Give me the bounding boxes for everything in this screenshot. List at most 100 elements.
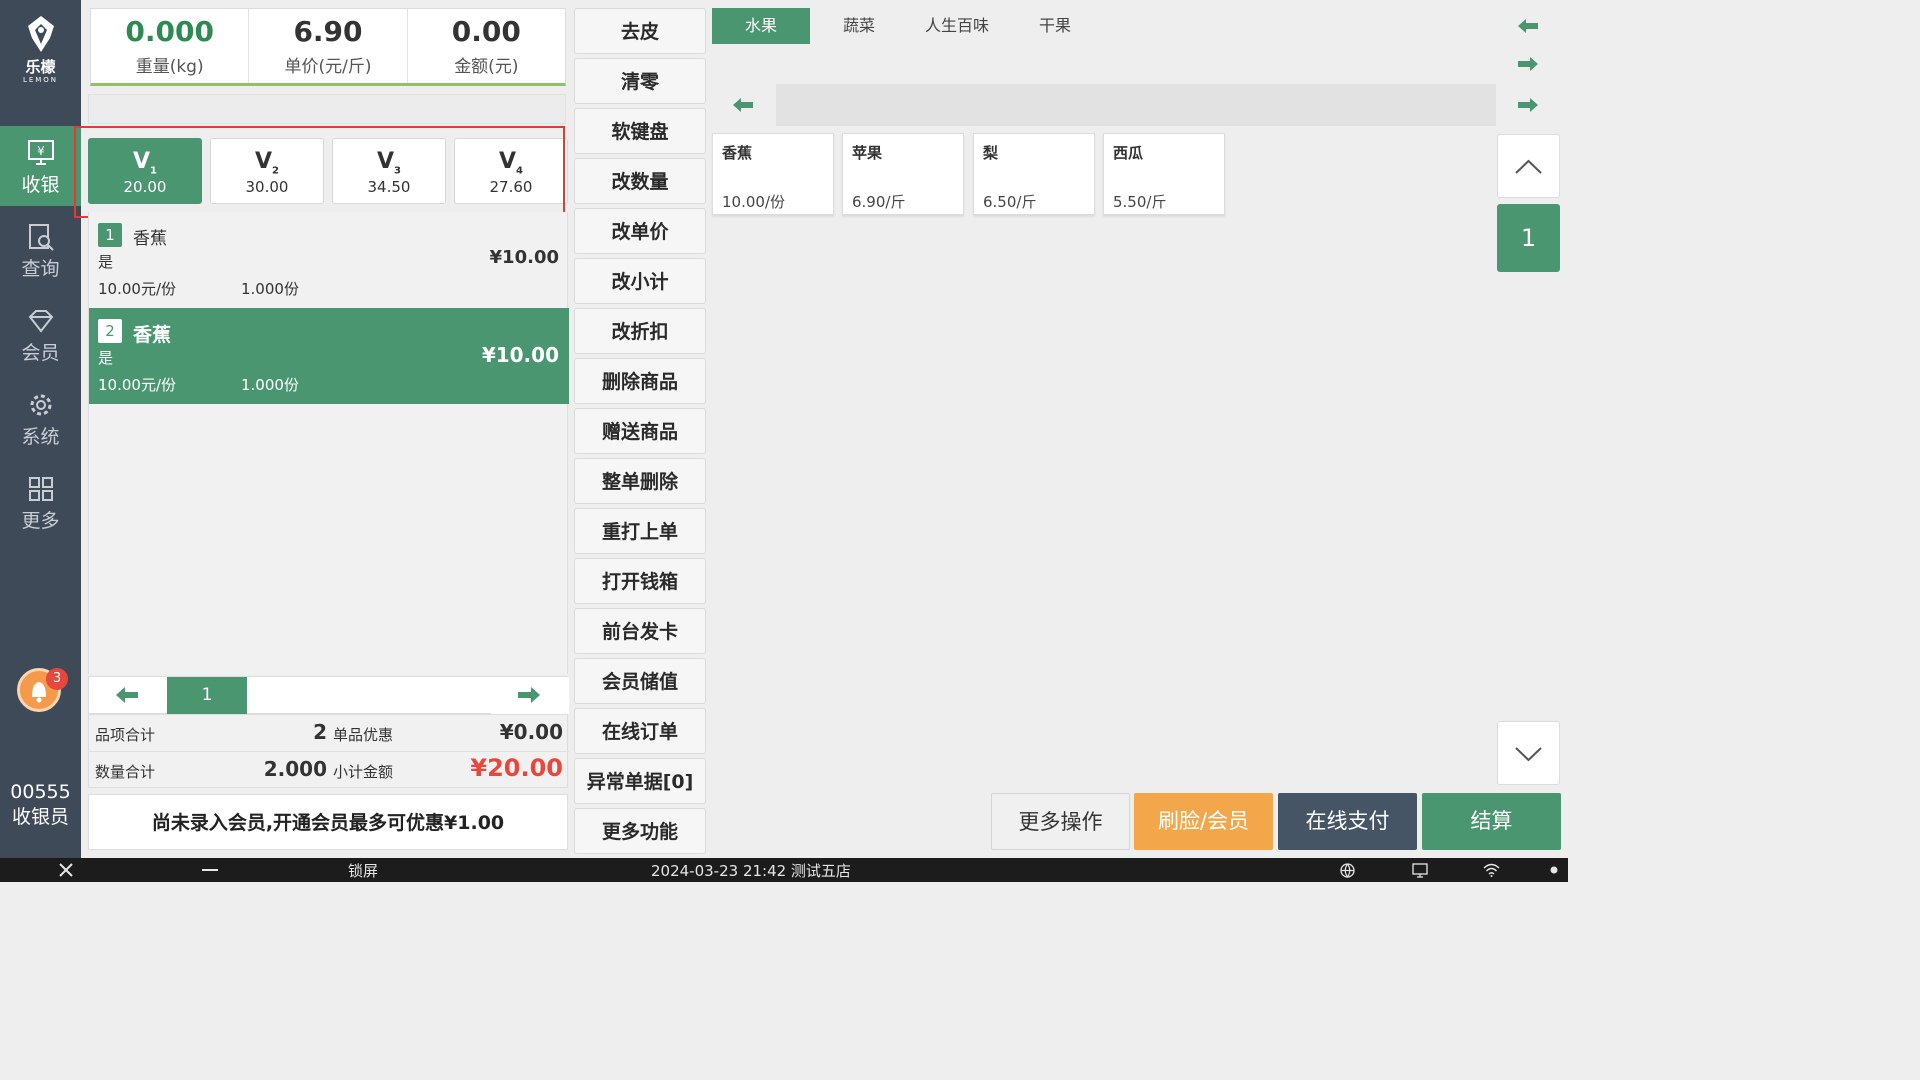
notification-badge: 3 — [46, 668, 68, 690]
cart-item[interactable]: 1 香蕉 是 ¥10.00 10.00元/份 1.000份 — [89, 212, 569, 308]
fn-more-functions-button[interactable]: 更多功能 — [574, 808, 706, 854]
cashier-number: 00555 — [10, 781, 71, 803]
arrow-left-icon[interactable] — [115, 686, 139, 704]
minimize-icon[interactable] — [202, 869, 218, 871]
nav-label: 更多 — [21, 510, 60, 532]
items-value: 2 — [313, 720, 327, 744]
info-strip — [88, 94, 566, 124]
chevron-up-icon — [1515, 159, 1542, 174]
nav-label: 收银 — [21, 174, 60, 196]
nav-more[interactable]: 更多 — [0, 462, 81, 542]
price-label: 单价(元/斤) — [284, 57, 372, 77]
category-prev-icon[interactable] — [1517, 18, 1539, 34]
cart-item-unit-price: 10.00元/份 — [98, 280, 176, 298]
category-next-icon[interactable] — [1517, 56, 1539, 72]
weight-value: 0.000 — [125, 15, 214, 48]
cart-item-unit-price: 10.00元/份 — [98, 376, 176, 394]
nav-cashier[interactable]: ¥ 收银 — [0, 126, 81, 206]
datetime-store: 2024-03-23 21:42 测试五店 — [651, 862, 851, 880]
checkout-button[interactable]: 结算 — [1422, 793, 1561, 850]
fn-gift-item-button[interactable]: 赠送商品 — [574, 408, 706, 454]
taskbar: 锁屏 2024-03-23 21:42 测试五店 — [0, 858, 1568, 882]
close-icon[interactable] — [59, 863, 73, 877]
tab-vegetables[interactable]: 蔬菜 — [810, 8, 908, 44]
wifi-icon[interactable] — [1483, 863, 1500, 877]
cart-item-qty: 1.000份 — [241, 376, 299, 394]
fn-issue-card-button[interactable]: 前台发卡 — [574, 608, 706, 654]
product-price: 6.50/斤 — [983, 193, 1037, 211]
product-card[interactable]: 香蕉 10.00/份 — [712, 133, 834, 215]
category-bar: 水果 蔬菜 人生百味 干果 — [712, 8, 1562, 44]
fn-delete-order-button[interactable]: 整单删除 — [574, 458, 706, 504]
logo-subtext: LEMON — [22, 76, 59, 84]
cart-item-index: 1 — [98, 223, 122, 247]
tab-dried-fruit[interactable]: 干果 — [1006, 8, 1104, 44]
fn-keyboard-button[interactable]: 软键盘 — [574, 108, 706, 154]
fn-open-drawer-button[interactable]: 打开钱箱 — [574, 558, 706, 604]
globe-icon[interactable] — [1340, 863, 1355, 878]
more-operations-button[interactable]: 更多操作 — [991, 793, 1130, 850]
face-member-button[interactable]: 刷脸/会员 — [1134, 793, 1273, 850]
fn-change-discount-button[interactable]: 改折扣 — [574, 308, 706, 354]
chevron-down-icon — [1515, 747, 1542, 762]
lock-screen-button[interactable]: 锁屏 — [348, 860, 378, 881]
weight-metric: 0.000 重量(kg) — [91, 9, 250, 83]
tab-fruit[interactable]: 水果 — [712, 8, 810, 44]
fn-member-topup-button[interactable]: 会员储值 — [574, 658, 706, 704]
qty-value: 2.000 — [263, 757, 327, 781]
product-card[interactable]: 西瓜 5.50/斤 — [1103, 133, 1225, 215]
arrow-right-icon[interactable] — [517, 686, 541, 704]
pager-current[interactable]: 1 — [167, 677, 247, 714]
subcategory-next-icon[interactable] — [1517, 97, 1539, 113]
fn-change-subtotal-button[interactable]: 改小计 — [574, 258, 706, 304]
product-name: 梨 — [983, 144, 999, 162]
subcategory-prev-icon[interactable] — [732, 97, 754, 113]
fn-delete-item-button[interactable]: 删除商品 — [574, 358, 706, 404]
online-pay-button[interactable]: 在线支付 — [1278, 793, 1417, 850]
totals-panel: 品项合计 2 单品优惠 ¥0.00 数量合计 2.000 小计金额 ¥20.00 — [88, 714, 569, 788]
items-label: 品项合计 — [95, 726, 156, 744]
subtotal-label: 小计金额 — [333, 763, 394, 781]
cart-item-name: 香蕉 — [133, 324, 172, 346]
weight-label: 重量(kg) — [135, 57, 204, 77]
scroll-up-button[interactable] — [1497, 134, 1560, 198]
nav-member[interactable]: 会员 — [0, 294, 81, 374]
cart-item-amount: ¥10.00 — [481, 343, 559, 367]
product-name: 西瓜 — [1113, 144, 1144, 162]
product-card[interactable]: 梨 6.50/斤 — [973, 133, 1095, 215]
fn-abnormal-bills-button[interactable]: 异常单据[0] — [574, 758, 706, 804]
amount-value: 0.00 — [451, 15, 521, 48]
cashier-role: 收银员 — [11, 806, 69, 828]
fn-change-qty-button[interactable]: 改数量 — [574, 158, 706, 204]
scroll-down-button[interactable] — [1497, 721, 1560, 785]
product-price: 10.00/份 — [722, 193, 785, 211]
gear-icon — [30, 394, 51, 416]
lemon-logo-icon — [27, 16, 54, 52]
cart-item-name: 香蕉 — [133, 229, 167, 249]
cart-item-flag: 是 — [98, 253, 114, 271]
product-name: 苹果 — [852, 144, 883, 162]
subcategory-bar — [776, 84, 1496, 126]
sidebar: 乐檬 LEMON ¥ 收银 查询 会员 系统 更多 3 00555 收银员 — [0, 0, 81, 858]
fn-tare-button[interactable]: 去皮 — [574, 8, 706, 54]
logo: 乐檬 LEMON — [0, 14, 81, 94]
fn-online-orders-button[interactable]: 在线订单 — [574, 708, 706, 754]
monitor-icon[interactable] — [1412, 863, 1428, 878]
cart-item[interactable]: 2 香蕉 是 ¥10.00 10.00元/份 1.000份 — [89, 308, 569, 404]
nav-system[interactable]: 系统 — [0, 378, 81, 458]
product-price: 6.90/斤 — [852, 193, 906, 211]
cashier-info: 00555 收银员 — [0, 780, 81, 830]
nav-query[interactable]: 查询 — [0, 210, 81, 290]
item-discount-label: 单品优惠 — [333, 726, 394, 744]
tab-life-flavors[interactable]: 人生百味 — [908, 8, 1006, 44]
cart-item-qty: 1.000份 — [241, 280, 299, 298]
diamond-icon — [28, 310, 53, 333]
member-tip[interactable]: 尚未录入会员,开通会员最多可优惠¥1.00 — [88, 794, 568, 850]
search-doc-icon — [28, 224, 54, 251]
product-card[interactable]: 苹果 6.90/斤 — [842, 133, 964, 215]
fn-zero-button[interactable]: 清零 — [574, 58, 706, 104]
nav-label: 会员 — [21, 342, 60, 364]
price-metric: 6.90 单价(元/斤) — [249, 9, 408, 83]
fn-change-price-button[interactable]: 改单价 — [574, 208, 706, 254]
fn-reprint-button[interactable]: 重打上单 — [574, 508, 706, 554]
